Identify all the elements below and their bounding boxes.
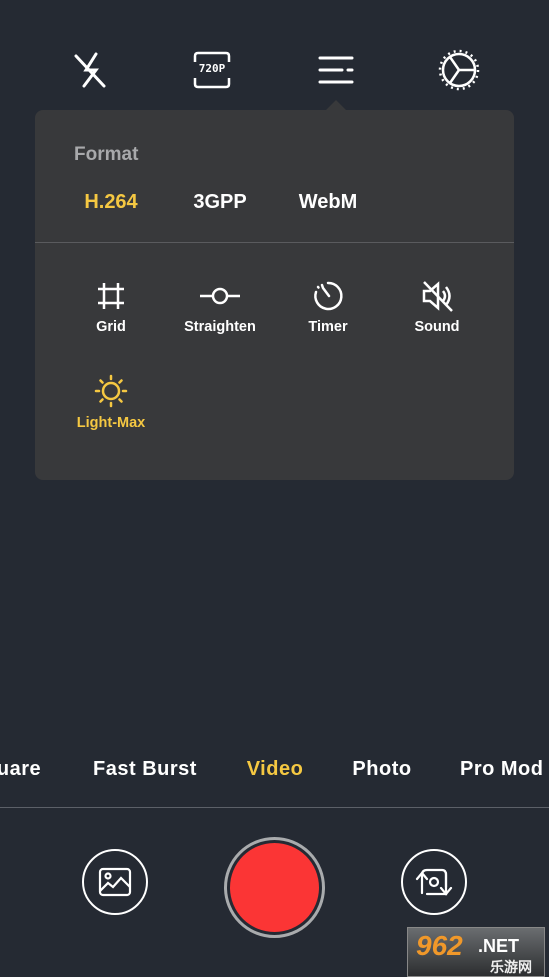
tool-straighten[interactable]: Straighten <box>170 280 270 335</box>
tool-timer[interactable]: Timer <box>278 280 378 335</box>
flash-off-icon <box>74 52 106 88</box>
tool-label: Sound <box>414 319 460 335</box>
tool-label: Grid <box>96 319 126 335</box>
format-h264[interactable]: H.264 <box>84 191 137 214</box>
gallery-button[interactable] <box>82 849 148 915</box>
mode-video[interactable]: Video <box>247 758 304 781</box>
tool-light-max[interactable]: Light-Max <box>61 374 161 431</box>
timer-icon <box>314 281 343 311</box>
grid-crop-icon <box>98 283 124 309</box>
sun-icon <box>94 374 128 408</box>
panel-pointer <box>326 100 346 110</box>
tool-label: Light-Max <box>76 415 146 431</box>
settings-gear-icon <box>438 49 480 91</box>
mode-divider <box>0 807 549 808</box>
mode-fast-burst[interactable]: Fast Burst <box>93 758 197 781</box>
tool-label: Timer <box>308 319 348 335</box>
straighten-icon <box>200 287 240 305</box>
tool-label: Straighten <box>184 319 256 335</box>
switch-camera-icon <box>415 868 453 896</box>
flash-off-button[interactable] <box>68 48 112 92</box>
mode-square[interactable]: uare <box>0 758 41 781</box>
resolution-button[interactable]: 720P <box>190 48 234 92</box>
watermark-logo: 962 .NET 乐游网 <box>407 927 545 977</box>
gallery-icon <box>98 867 132 897</box>
resolution-label: 720P <box>198 62 226 75</box>
record-button[interactable] <box>224 837 325 938</box>
format-3gpp[interactable]: 3GPP <box>193 191 246 214</box>
settings-button[interactable] <box>437 48 481 92</box>
format-webm[interactable]: WebM <box>299 191 358 214</box>
record-button-fill <box>230 843 319 932</box>
menu-button[interactable] <box>314 48 358 92</box>
switch-camera-button[interactable] <box>401 849 467 915</box>
mode-pro[interactable]: Pro Mod <box>460 758 544 781</box>
tool-sound[interactable]: Sound <box>387 280 487 335</box>
divider <box>35 242 514 243</box>
mode-photo[interactable]: Photo <box>352 758 411 781</box>
sound-off-icon <box>422 281 453 312</box>
tool-grid[interactable]: Grid <box>61 280 161 335</box>
menu-icon <box>318 56 354 84</box>
format-label: Format <box>74 144 139 165</box>
